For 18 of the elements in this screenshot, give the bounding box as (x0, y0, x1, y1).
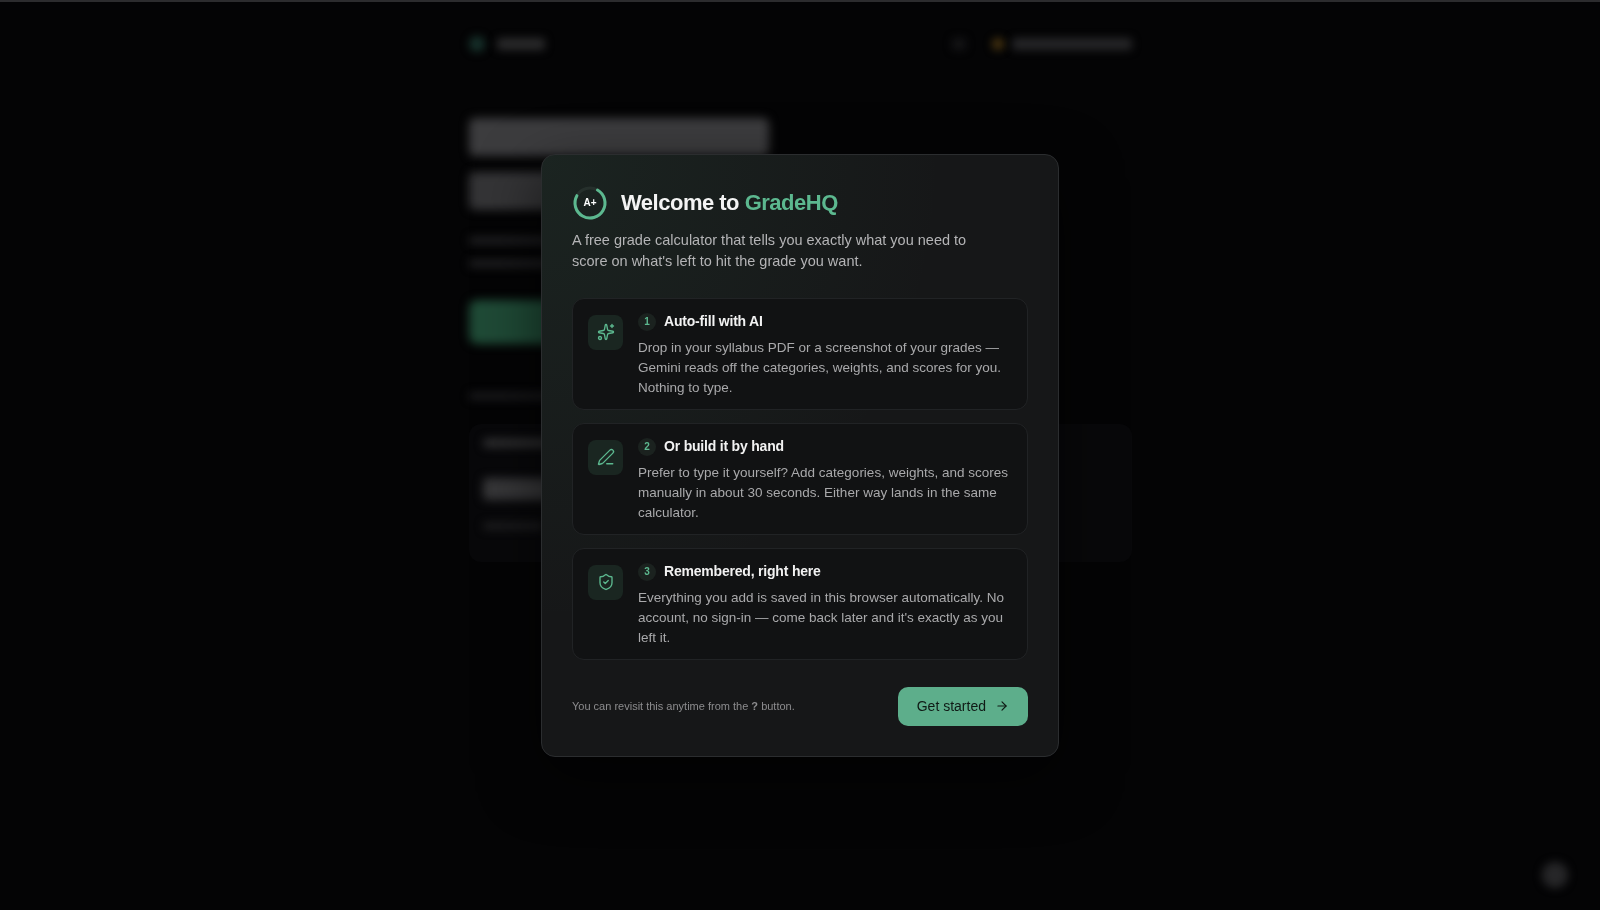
step-description: Everything you add is saved in this browser automatically. No account, no sign-in — come back later and it's exactly as you left it. (638, 588, 1005, 647)
pen-icon (588, 439, 623, 475)
step-number: 1 (638, 312, 656, 331)
step-title: Or build it by hand (664, 437, 784, 456)
dialog-description: A free grade calculator that tells you exactly what you need to score on what's left to hit the grade you want. (572, 230, 968, 271)
step-title: Auto-fill with AI (664, 312, 763, 331)
get-started-button[interactable]: Get started (897, 686, 1028, 726)
step-title: Remembered, right here (664, 562, 821, 581)
step-description: Drop in your syllabus PDF or a screenshot of your grades — Gemini reads off the categories, weights, and scores for you. Nothing to type. (638, 338, 1002, 397)
footer-note: You can revisit this anytime from the ? button. (572, 698, 795, 714)
step-number: 2 (638, 437, 656, 456)
step-number: 3 (638, 562, 656, 581)
sparkles-icon (588, 314, 623, 350)
shield-check-icon (588, 564, 623, 600)
dialog-title: Welcome to GradeHQ (621, 189, 838, 217)
step-description: Prefer to type it yourself? Add categories, weights, and scores manually in about 30 seconds. Either way lands in the same calculator. (638, 463, 1009, 522)
arrow-right-icon (995, 699, 1009, 713)
logo: A+ (572, 184, 608, 221)
